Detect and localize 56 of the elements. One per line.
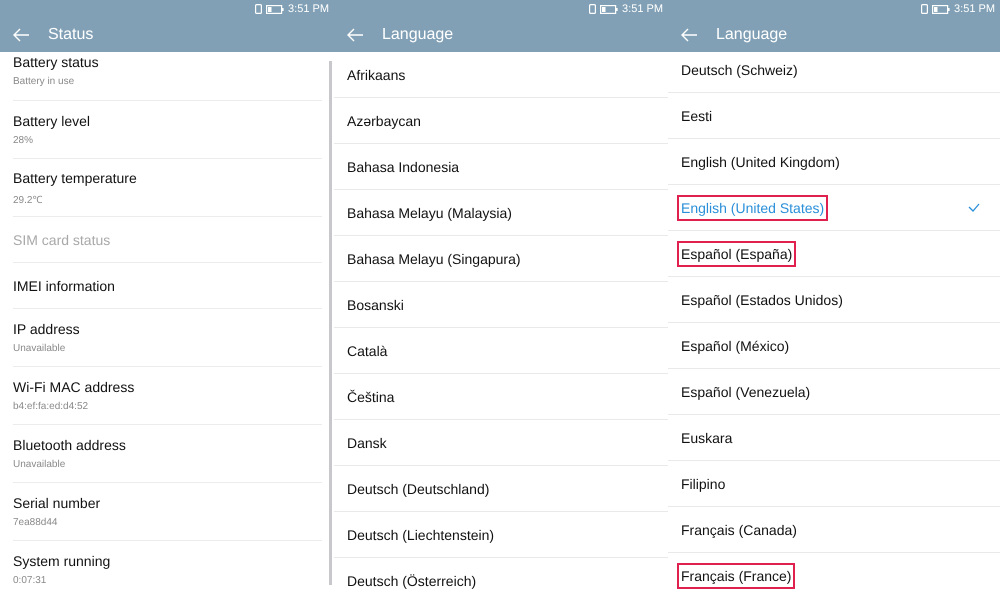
- language-option[interactable]: Français (Canada): [677, 516, 801, 542]
- language-option[interactable]: English (United Kingdom): [677, 148, 844, 174]
- language-option[interactable]: Azərbaycan: [343, 108, 425, 134]
- sim-card-icon: [589, 4, 596, 14]
- language-option[interactable]: Eesti: [677, 102, 716, 128]
- setting-value: Unavailable: [13, 459, 66, 470]
- checkmark-icon: [968, 203, 980, 212]
- screen-title: Status: [48, 26, 94, 44]
- setting-value: 7ea88d44: [13, 517, 58, 528]
- setting-title[interactable]: Wi-Fi MAC address: [13, 379, 134, 395]
- language-option[interactable]: Deutsch (Österreich): [343, 568, 480, 594]
- language-option[interactable]: Afrikaans: [343, 62, 410, 88]
- setting-value: 28%: [13, 135, 34, 146]
- setting-value: 29.2℃: [13, 194, 42, 206]
- language-option[interactable]: Bosanski: [343, 292, 408, 318]
- language-option[interactable]: Bahasa Melayu (Malaysia): [343, 200, 516, 226]
- language-option[interactable]: Dansk: [343, 430, 391, 456]
- language-option[interactable]: Bahasa Indonesia: [343, 154, 464, 180]
- sim-card-icon: [921, 4, 928, 14]
- setting-title[interactable]: IMEI information: [13, 278, 115, 294]
- setting-value: 0:07:31: [13, 575, 46, 586]
- setting-value: b4:ef:fa:ed:d4:52: [13, 401, 88, 412]
- battery-icon: [600, 4, 618, 14]
- language-option[interactable]: Bahasa Melayu (Singapura): [343, 246, 525, 272]
- clock-time: 3:51 PM: [954, 3, 995, 15]
- sim-card-icon: [255, 4, 262, 14]
- battery-icon: [266, 4, 284, 14]
- language-option[interactable]: Français (France): [677, 562, 796, 588]
- screen-title: Language: [382, 26, 454, 44]
- setting-title[interactable]: Battery level: [13, 113, 90, 129]
- back-arrow-icon[interactable]: [346, 28, 364, 42]
- language-option[interactable]: Español (España): [677, 240, 796, 266]
- back-arrow-icon[interactable]: [680, 28, 698, 42]
- language-option[interactable]: Español (Venezuela): [677, 378, 814, 404]
- language-option[interactable]: Català: [343, 338, 392, 364]
- battery-icon: [932, 4, 950, 14]
- language-option[interactable]: Deutsch (Schweiz): [677, 56, 802, 82]
- setting-title[interactable]: System running: [13, 553, 110, 569]
- setting-value: Unavailable: [13, 343, 66, 354]
- setting-title[interactable]: Battery temperature: [13, 170, 137, 186]
- language-option[interactable]: Euskara: [677, 424, 736, 450]
- language-option[interactable]: Čeština: [343, 384, 398, 410]
- language-option[interactable]: Deutsch (Deutschland): [343, 476, 494, 502]
- clock-time: 3:51 PM: [622, 3, 663, 15]
- setting-title[interactable]: IP address: [13, 321, 80, 337]
- language-option[interactable]: Deutsch (Liechtenstein): [343, 522, 498, 548]
- language-option[interactable]: Español (Estados Unidos): [677, 286, 847, 312]
- setting-title[interactable]: Bluetooth address: [13, 437, 126, 453]
- clock-time: 3:51 PM: [288, 3, 329, 15]
- setting-title[interactable]: Battery status: [13, 54, 99, 70]
- back-arrow-icon[interactable]: [12, 28, 30, 42]
- language-option[interactable]: Español (México): [677, 332, 794, 358]
- setting-title[interactable]: Serial number: [13, 495, 100, 511]
- language-option[interactable]: Filipino: [677, 470, 730, 496]
- setting-value: Battery in use: [13, 76, 74, 87]
- screen-title: Language: [716, 26, 788, 44]
